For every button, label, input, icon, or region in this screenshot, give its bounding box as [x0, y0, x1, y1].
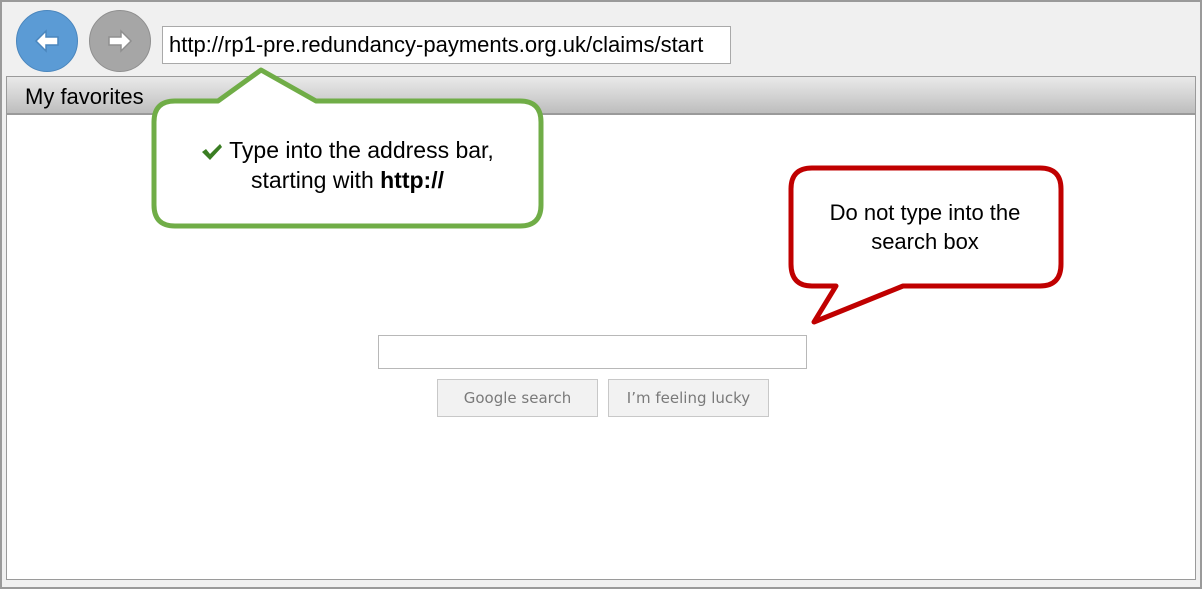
search-warning-line1: Do not type into the — [829, 200, 1021, 225]
browser-window: http://rp1-pre.redundancy-payments.org.u… — [0, 0, 1202, 589]
address-tip-line2-prefix: starting with — [251, 167, 381, 193]
google-search-button[interactable]: Google search — [437, 379, 598, 417]
forward-button[interactable] — [89, 10, 151, 72]
search-warning-line2: search box — [871, 229, 979, 254]
back-button[interactable] — [16, 10, 78, 72]
checkmark-icon — [202, 143, 223, 160]
address-bar[interactable]: http://rp1-pre.redundancy-payments.org.u… — [162, 26, 731, 64]
favorites-bar: My favorites — [6, 76, 1196, 114]
search-input[interactable] — [378, 335, 807, 369]
feeling-lucky-button[interactable]: I’m feeling lucky — [608, 379, 769, 417]
address-tip-line1: Type into the address bar, — [229, 137, 494, 163]
search-warning-text: Do not type into the search box — [800, 198, 1050, 256]
favorites-label[interactable]: My favorites — [25, 84, 144, 110]
arrow-right-icon — [108, 29, 133, 53]
address-tip-line2-bold: http:// — [380, 167, 444, 193]
arrow-left-icon — [34, 29, 59, 53]
address-tip-text: Type into the address bar, starting with… — [175, 135, 520, 195]
